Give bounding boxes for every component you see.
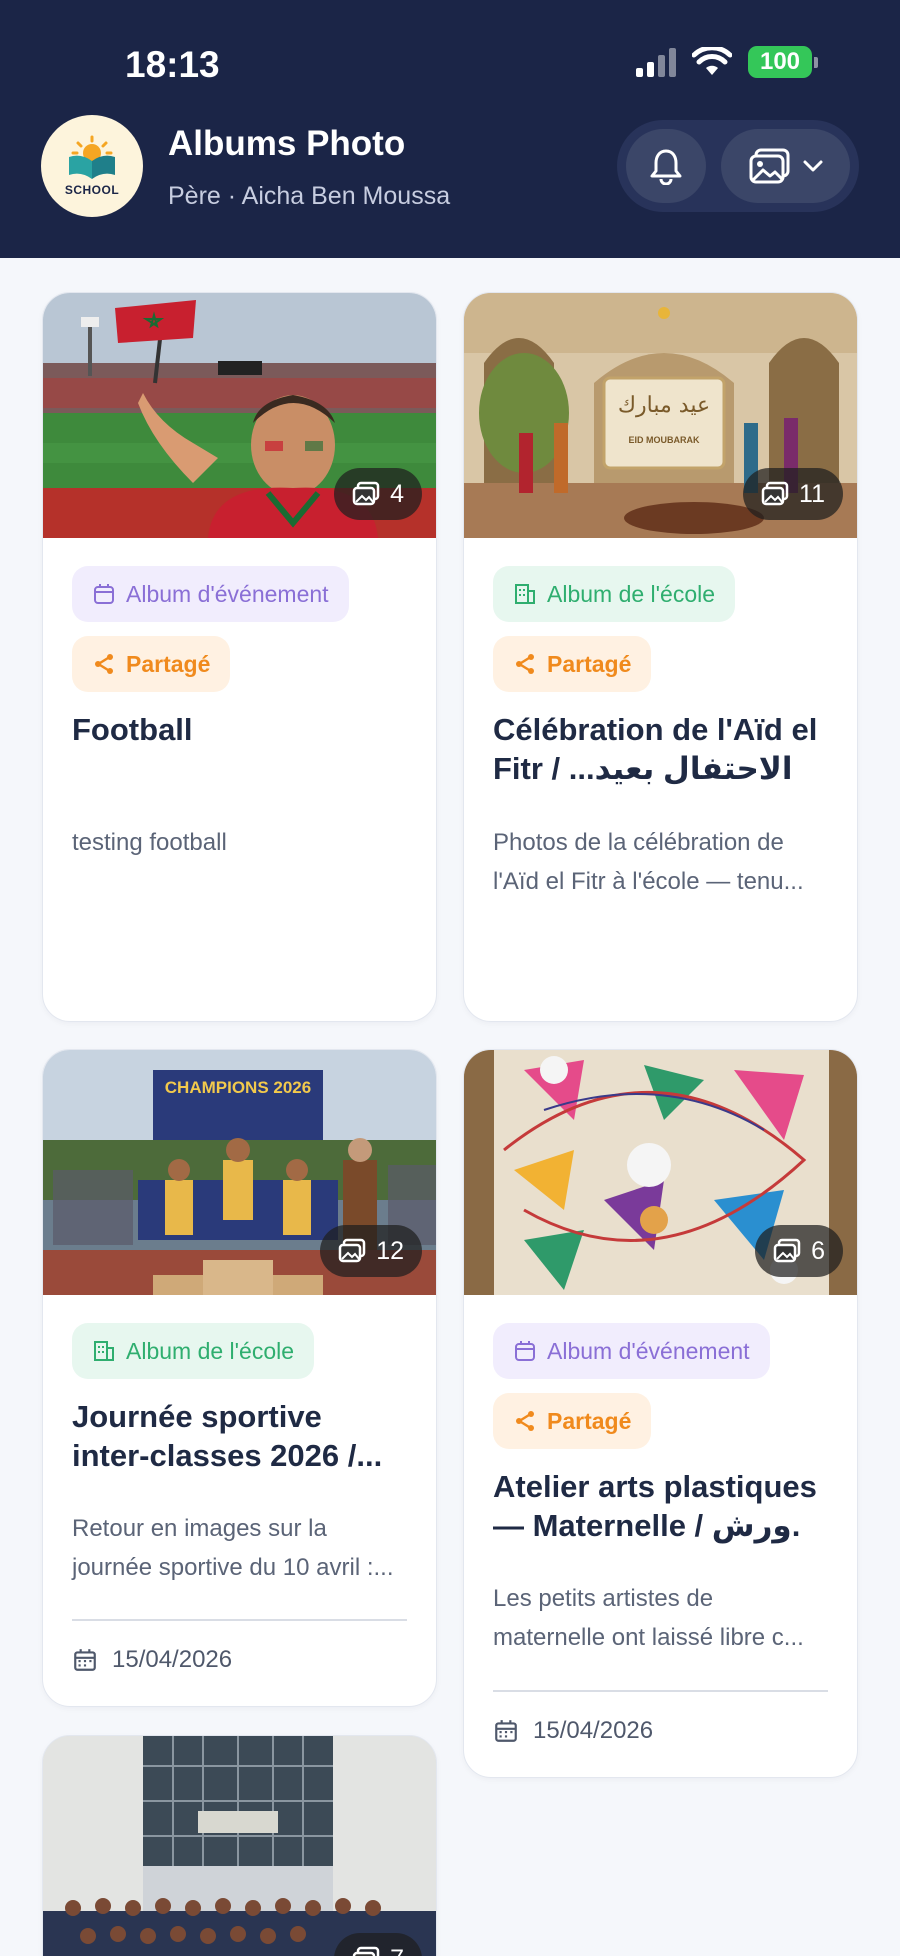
album-type-chip: Album de l'école: [493, 566, 736, 622]
app-header: 18:13 100 SCHOOL Albums Photo Père · Aic…: [0, 0, 900, 258]
calendar-icon: [74, 1649, 96, 1671]
battery-indicator: 100: [748, 46, 818, 78]
shared-label: Partagé: [547, 1407, 632, 1434]
album-type-label: Album d'événement: [126, 580, 329, 607]
photo-count-badge: 7: [334, 1933, 422, 1956]
album-type-label: Album d'événement: [547, 1337, 750, 1364]
photo-count: 4: [390, 479, 404, 508]
album-description: Photos de la célébration de l'Aïd el Fit…: [493, 823, 828, 901]
user-subtitle: Père · Aicha Ben Moussa: [168, 182, 451, 210]
photo-count-badge: 6: [755, 1225, 843, 1277]
photo-count-badge: 11: [743, 468, 843, 520]
photo-count-badge: 4: [334, 468, 422, 520]
card-divider: [493, 1690, 828, 1692]
album-description: testing football: [72, 829, 227, 856]
shared-chip: Partagé: [72, 636, 231, 692]
album-card[interactable]: CHAMPIONS 2026 12 Album de l'école Journ…: [42, 1049, 437, 1707]
status-time: 18:13: [125, 44, 220, 85]
album-type-label: Album de l'école: [547, 580, 716, 607]
album-filter-button[interactable]: [721, 129, 850, 203]
photo-count: 6: [811, 1236, 825, 1265]
building-icon: [94, 1341, 114, 1361]
album-title-line: — Maternelle / ورش.: [493, 1508, 801, 1543]
notifications-button[interactable]: [626, 129, 706, 203]
photo-count: 12: [376, 1236, 404, 1265]
album-description: Les petits artistes de maternelle ont la…: [493, 1579, 828, 1657]
album-description-line: Les petits artistes de: [493, 1585, 714, 1612]
album-cover-photo: 7: [43, 1736, 436, 1956]
album-type-chip: Album d'événement: [493, 1323, 770, 1379]
album-card[interactable]: 7: [42, 1735, 437, 1956]
album-title-line: inter-classes 2026 /...: [72, 1438, 383, 1473]
status-indicators: 100: [636, 46, 818, 78]
album-title-line: Célébration de l'Aïd el: [493, 712, 818, 747]
album-title: Atelier arts plastiques — Maternelle / و…: [493, 1467, 828, 1545]
cellular-signal-icon: [636, 47, 676, 77]
album-card[interactable]: عيد مبارك EID MOUBARAK 11 Album de l'éco…: [463, 292, 858, 1022]
album-description: Retour en images sur la journée sportive…: [72, 1509, 407, 1587]
calendar-icon: [495, 1720, 517, 1742]
album-title-line: Fitr / ...الاحتفال بعيد: [493, 751, 793, 786]
album-description-line: Photos de la célébration de: [493, 829, 784, 856]
album-cover-photo: CHAMPIONS 2026 12: [43, 1050, 436, 1295]
school-logo: SCHOOL: [41, 115, 143, 217]
photos-icon: [773, 1238, 801, 1263]
banner-text: CHAMPIONS 2026: [164, 1078, 312, 1097]
page-title: Albums Photo: [168, 124, 406, 163]
photo-count-badge: 12: [320, 1225, 422, 1277]
album-type-chip: Album d'événement: [72, 566, 349, 622]
photo-count: 7: [390, 1945, 404, 1956]
album-title: Journée sportive inter-classes 2026 /...: [72, 1397, 407, 1475]
album-date-text: 15/04/2026: [112, 1646, 233, 1673]
share-icon: [516, 1411, 534, 1431]
album-description-line: journée sportive du 10 avril :...: [72, 1554, 394, 1581]
album-cover-photo: 4: [43, 293, 436, 538]
album-title: Célébration de l'Aïd el Fitr / ...الاحتف…: [493, 710, 828, 788]
album-date-text: 15/04/2026: [533, 1717, 654, 1744]
album-title-line: Journée sportive: [72, 1399, 322, 1434]
eid-sign-arabic: عيد مبارك: [617, 393, 711, 418]
album-type-chip: Album de l'école: [72, 1323, 315, 1379]
eid-sign-latin: EID MOUBARAK: [628, 435, 700, 445]
header-actions: [617, 120, 859, 212]
calendar-icon: [515, 1341, 535, 1361]
share-icon: [516, 654, 534, 674]
building-icon: [515, 584, 535, 604]
logo-text: SCHOOL: [64, 183, 120, 197]
album-title: Football: [72, 712, 193, 747]
photos-icon: [352, 1946, 380, 1956]
gallery-icon: [749, 148, 789, 184]
calendar-icon: [94, 584, 114, 604]
album-date-row: 15/04/2026: [493, 1717, 653, 1745]
album-cover-photo: 6: [464, 1050, 857, 1295]
shared-chip: Partagé: [493, 1393, 652, 1449]
album-title-line: Atelier arts plastiques: [493, 1469, 817, 1504]
bell-icon: [650, 149, 682, 185]
album-description-line: l'Aïd el Fitr à l'école — tenu...: [493, 868, 804, 895]
photo-count: 11: [799, 479, 825, 508]
wifi-icon: [692, 47, 732, 75]
album-date-row: 15/04/2026: [72, 1646, 232, 1674]
album-description-line: maternelle ont laissé libre c...: [493, 1624, 804, 1651]
photos-icon: [338, 1238, 366, 1263]
card-divider: [72, 1619, 407, 1621]
photos-icon: [761, 481, 789, 506]
album-description-line: Retour en images sur la: [72, 1515, 327, 1542]
open-book-icon: [69, 135, 115, 179]
photos-icon: [352, 481, 380, 506]
album-cover-photo: عيد مبارك EID MOUBARAK 11: [464, 293, 857, 538]
chevron-down-icon: [803, 160, 822, 172]
shared-label: Partagé: [547, 650, 632, 677]
album-type-label: Album de l'école: [126, 1337, 295, 1364]
shared-label: Partagé: [126, 650, 211, 677]
shared-chip: Partagé: [493, 636, 652, 692]
album-card[interactable]: 6 Album d'événement Partagé Atelier arts…: [463, 1049, 858, 1778]
share-icon: [95, 654, 113, 674]
album-card[interactable]: 4 Album d'événement Partagé Football tes…: [42, 292, 437, 1022]
